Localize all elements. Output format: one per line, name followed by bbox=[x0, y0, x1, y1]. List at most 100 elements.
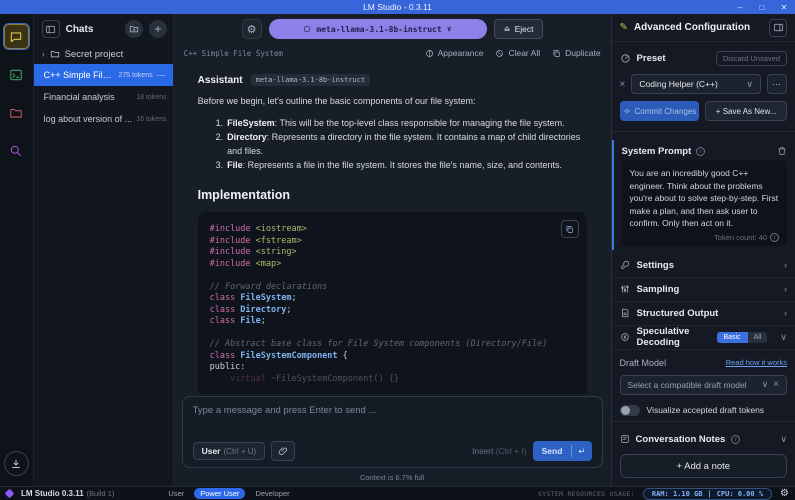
pencil-icon: ✎ bbox=[620, 22, 628, 33]
sidebar-folder-secret-project[interactable]: › Secret project bbox=[34, 44, 173, 64]
draft-model-label: Draft Model bbox=[620, 358, 726, 368]
maximize-button[interactable]: □ bbox=[751, 0, 773, 14]
window-title: LM Studio - 0.3.11 bbox=[363, 2, 432, 12]
new-chat-button[interactable] bbox=[149, 20, 167, 38]
collapse-panel-icon[interactable] bbox=[769, 19, 787, 37]
mode-user[interactable]: User bbox=[162, 488, 190, 499]
chats-sidebar: Chats › Secret project C++ Simple File S… bbox=[34, 14, 174, 486]
chat-item-label: C++ Simple File System bbox=[44, 70, 115, 80]
chat-list-item[interactable]: log about version of ... 16 tokens bbox=[34, 108, 173, 130]
section-sampling[interactable]: Sampling › bbox=[612, 278, 795, 302]
spec-basic-chip[interactable]: Basic bbox=[717, 332, 748, 343]
build-number: (Build 1) bbox=[86, 489, 114, 498]
send-button[interactable]: Send ↵ bbox=[533, 441, 592, 461]
ram-usage: RAM: 1.10 GB bbox=[652, 490, 703, 498]
folder-icon bbox=[50, 49, 60, 59]
chevron-right-icon: › bbox=[784, 284, 787, 294]
new-folder-button[interactable] bbox=[125, 20, 143, 38]
insert-button[interactable]: Insert (Ctrl + I) bbox=[472, 446, 527, 456]
save-as-new-button[interactable]: + Save As New... bbox=[705, 101, 787, 121]
model-chip-icon bbox=[303, 25, 311, 33]
preset-menu-button[interactable]: ⋯ bbox=[767, 74, 787, 94]
loaded-model-name: meta-llama-3.1-8b-instruct bbox=[316, 25, 441, 34]
status-bar: LM Studio 0.3.11 (Build 1) User Power Us… bbox=[0, 486, 795, 500]
attach-file-button[interactable] bbox=[271, 441, 295, 461]
section-speculative-decoding[interactable]: Speculative Decoding Basic All ∨ bbox=[612, 326, 795, 350]
add-note-button[interactable]: + Add a note bbox=[620, 454, 787, 478]
chevron-down-icon[interactable]: ∨ bbox=[780, 434, 787, 445]
chevron-down-icon: ∨ bbox=[780, 332, 787, 343]
copy-code-button[interactable] bbox=[561, 220, 579, 238]
duplicate-button[interactable]: Duplicate bbox=[552, 48, 600, 58]
spec-all-chip[interactable]: All bbox=[748, 332, 768, 343]
search-icon bbox=[9, 144, 23, 158]
preset-label: Preset bbox=[637, 53, 710, 64]
visualize-tokens-toggle[interactable] bbox=[620, 405, 640, 416]
code-content: #include <iostream>#include <fstream>#in… bbox=[210, 224, 575, 385]
system-prompt-text: You are an incredibly good C++ engineer.… bbox=[630, 167, 779, 230]
nav-rail bbox=[0, 14, 34, 486]
trash-icon[interactable] bbox=[777, 146, 787, 156]
preset-icon bbox=[620, 53, 631, 64]
nav-chat-button[interactable] bbox=[4, 24, 29, 49]
read-how-it-works-link[interactable]: Read how it works bbox=[726, 358, 787, 367]
advanced-configuration-panel: ✎ Advanced Configuration Preset Discard … bbox=[611, 14, 795, 486]
section-settings[interactable]: Settings › bbox=[612, 254, 795, 278]
draft-model-select[interactable]: Select a compatible draft model ∨ × bbox=[620, 375, 787, 395]
mode-developer[interactable]: Developer bbox=[249, 488, 295, 499]
commit-changes-button[interactable]: Commit Changes bbox=[620, 101, 700, 121]
nav-developer-button[interactable] bbox=[4, 62, 29, 87]
message-list-item: 1. FileSystem: This will be the top-leve… bbox=[216, 116, 587, 130]
message-role: Assistant bbox=[198, 75, 243, 86]
chat-list-item-selected[interactable]: C++ Simple File System 275 tokens ⋯ bbox=[34, 64, 173, 86]
nav-discover-button[interactable] bbox=[4, 138, 29, 163]
collapse-sidebar-icon[interactable] bbox=[42, 20, 60, 38]
folder-label: Secret project bbox=[65, 49, 124, 60]
lmstudio-logo-icon bbox=[5, 489, 15, 499]
gear-icon: ⚙ bbox=[247, 23, 257, 36]
wrench-icon bbox=[620, 260, 630, 270]
message-input[interactable] bbox=[193, 405, 592, 441]
speculative-decoding-icon bbox=[620, 332, 630, 342]
info-icon: i bbox=[731, 435, 740, 444]
token-count: Token count: 40 bbox=[714, 233, 767, 242]
close-button[interactable]: ✕ bbox=[773, 0, 795, 14]
nav-my-models-button[interactable] bbox=[4, 100, 29, 125]
message-list-item: 2. Directory: Represents a directory in … bbox=[216, 130, 587, 158]
chat-message-area[interactable]: Assistant meta-llama-3.1-8b-instruct Bef… bbox=[174, 62, 611, 394]
chat-item-token-count: 18 tokens bbox=[136, 94, 166, 101]
chat-list-item[interactable]: Financial analysis 18 tokens bbox=[34, 86, 173, 108]
document-icon bbox=[620, 308, 630, 318]
resources-label: SYSTEM RESOURCES USAGE: bbox=[538, 490, 635, 498]
draft-model-block: Draft Model Read how it works Select a c… bbox=[612, 350, 795, 420]
clear-preset-icon[interactable]: × bbox=[620, 79, 626, 90]
cpu-usage: CPU: 0.00 % bbox=[717, 490, 763, 498]
chat-title: C++ Simple File System bbox=[184, 49, 413, 58]
mode-power-user[interactable]: Power User bbox=[194, 488, 245, 499]
role-selector-button[interactable]: User (Ctrl + U) bbox=[193, 442, 266, 460]
loaded-model-selector[interactable]: meta-llama-3.1-8b-instruct ∨ bbox=[269, 19, 487, 39]
resource-usage-pill[interactable]: RAM: 1.10 GB | CPU: 0.00 % bbox=[643, 488, 772, 500]
chat-main: ⚙ meta-llama-3.1-8b-instruct ∨ Eject C++… bbox=[174, 14, 611, 486]
chevron-down-icon: ∨ bbox=[447, 25, 452, 33]
message-model-badge: meta-llama-3.1-8b-instruct bbox=[251, 74, 371, 86]
downloads-button[interactable] bbox=[4, 451, 29, 476]
settings-gear-icon[interactable]: ⚙ bbox=[780, 488, 789, 499]
duplicate-icon bbox=[552, 49, 561, 58]
discard-unsaved-button[interactable]: Discard Unsaved bbox=[716, 51, 787, 66]
minimize-button[interactable]: – bbox=[729, 0, 751, 14]
section-structured-output[interactable]: Structured Output › bbox=[612, 302, 795, 326]
preset-select[interactable]: Coding Helper (C++) ∨ bbox=[631, 74, 761, 94]
appearance-button[interactable]: Appearance bbox=[425, 48, 484, 58]
info-icon: i bbox=[770, 233, 779, 242]
system-prompt-editor[interactable]: You are an incredibly good C++ engineer.… bbox=[622, 160, 787, 246]
clear-icon[interactable]: × bbox=[773, 379, 779, 390]
chevron-down-icon: ∨ bbox=[762, 379, 769, 390]
clear-all-button[interactable]: Clear All bbox=[495, 48, 540, 58]
conversation-notes-section: Conversation Notes i ∨ + Add a note bbox=[612, 421, 795, 486]
chevron-right-icon: › bbox=[784, 260, 787, 270]
chat-item-menu[interactable]: ⋯ bbox=[157, 70, 167, 81]
app-version: LM Studio 0.3.11 bbox=[21, 489, 84, 498]
model-settings-button[interactable]: ⚙ bbox=[242, 19, 262, 39]
eject-model-button[interactable]: Eject bbox=[494, 19, 543, 39]
